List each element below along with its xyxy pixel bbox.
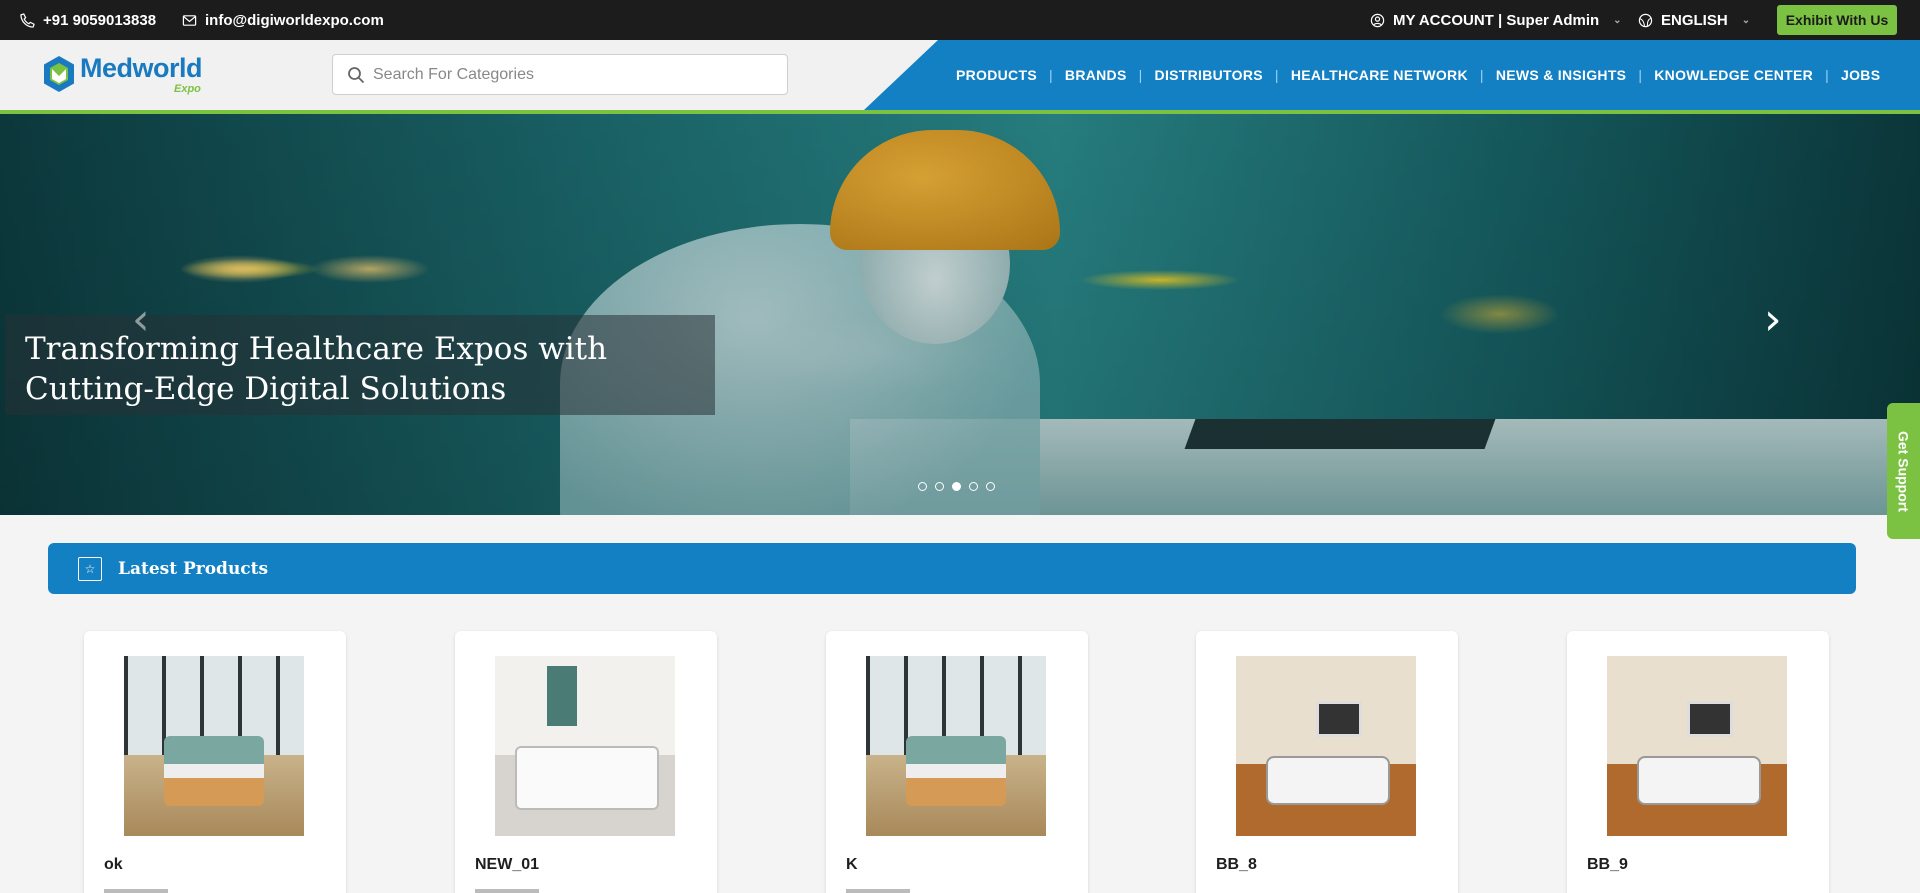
search-box[interactable] bbox=[332, 54, 788, 95]
account-label: MY ACCOUNT | Super Admin bbox=[1393, 11, 1600, 29]
product-card[interactable]: K bbox=[826, 631, 1088, 893]
carousel-dot[interactable] bbox=[918, 482, 927, 491]
nav-news-insights[interactable]: NEWS & INSIGHTS bbox=[1484, 67, 1639, 83]
product-image[interactable] bbox=[124, 656, 304, 836]
nav-knowledge-center[interactable]: KNOWLEDGE CENTER bbox=[1642, 67, 1825, 83]
product-image[interactable] bbox=[1236, 656, 1416, 836]
phone-icon bbox=[20, 12, 35, 28]
product-image[interactable] bbox=[1607, 656, 1787, 836]
search-icon bbox=[348, 66, 365, 83]
get-support-tab[interactable]: Get Support bbox=[1887, 403, 1920, 539]
section-title: Latest Products bbox=[118, 558, 269, 579]
phone-number: +91 9059013838 bbox=[43, 11, 157, 29]
get-support-label: Get Support bbox=[1895, 430, 1912, 512]
logo-subtitle: Expo bbox=[174, 83, 201, 95]
product-card[interactable]: BB_8 bbox=[1196, 631, 1458, 893]
site-logo[interactable]: Medworld Expo bbox=[42, 53, 203, 95]
chevron-down-icon: ⌄ bbox=[1613, 14, 1622, 26]
product-card[interactable]: ok bbox=[84, 631, 346, 893]
product-image[interactable] bbox=[866, 656, 1046, 836]
product-card[interactable]: BB_9 bbox=[1567, 631, 1829, 893]
carousel-dot[interactable] bbox=[935, 482, 944, 491]
search-input[interactable] bbox=[373, 65, 773, 84]
nav-healthcare-network[interactable]: HEALTHCARE NETWORK bbox=[1279, 67, 1480, 83]
product-box-icon: ☆ bbox=[78, 556, 102, 581]
product-thumb bbox=[104, 889, 168, 893]
hero-title: Transforming Healthcare Expos with Cuttin… bbox=[25, 331, 608, 407]
email-address: info@digiworldexpo.com bbox=[205, 11, 384, 29]
nav-products[interactable]: PRODUCTS bbox=[944, 67, 1049, 83]
top-bar: +91 9059013838 info@digiworldexpo.com MY… bbox=[0, 0, 1920, 40]
email-contact[interactable]: info@digiworldexpo.com bbox=[182, 0, 384, 40]
nav-distributors[interactable]: DISTRIBUTORS bbox=[1143, 67, 1275, 83]
product-thumb bbox=[846, 889, 910, 893]
nav-brands[interactable]: BRANDS bbox=[1053, 67, 1139, 83]
carousel-dot-active[interactable] bbox=[952, 482, 961, 491]
phone-contact[interactable]: +91 9059013838 bbox=[20, 0, 156, 40]
language-label: ENGLISH bbox=[1661, 11, 1728, 29]
logo-title: Medworld bbox=[80, 53, 203, 83]
product-name[interactable]: BB_8 bbox=[1216, 856, 1257, 874]
product-card[interactable]: NEW_01 bbox=[455, 631, 717, 893]
globe-icon bbox=[1638, 13, 1653, 27]
latest-products-header: ☆ Latest Products bbox=[48, 543, 1856, 594]
carousel-next-icon[interactable]: › bbox=[1764, 294, 1782, 345]
account-menu[interactable]: MY ACCOUNT | Super Admin ⌄ bbox=[1370, 0, 1622, 40]
nav-jobs[interactable]: JOBS bbox=[1829, 67, 1892, 83]
hero-caption: Transforming Healthcare Expos with Cuttin… bbox=[5, 315, 715, 415]
medworld-logo-icon bbox=[44, 56, 74, 92]
product-name[interactable]: ok bbox=[104, 856, 123, 874]
product-name[interactable]: BB_9 bbox=[1587, 856, 1628, 874]
language-menu[interactable]: ENGLISH ⌄ bbox=[1638, 0, 1750, 40]
hero-carousel: Transforming Healthcare Expos with Cuttin… bbox=[0, 114, 1920, 515]
carousel-dot[interactable] bbox=[969, 482, 978, 491]
product-name[interactable]: NEW_01 bbox=[475, 856, 539, 874]
exhibit-with-us-button[interactable]: Exhibit With Us bbox=[1777, 5, 1897, 35]
product-name[interactable]: K bbox=[846, 856, 858, 874]
chevron-down-icon: ⌄ bbox=[1741, 14, 1751, 26]
carousel-prev-icon[interactable]: ‹ bbox=[132, 294, 150, 345]
main-nav: PRODUCTS | BRANDS | DISTRIBUTORS | HEALT… bbox=[944, 40, 1892, 110]
product-thumb bbox=[475, 889, 539, 893]
carousel-dot[interactable] bbox=[986, 482, 995, 491]
user-circle-icon bbox=[1370, 13, 1385, 27]
carousel-indicators bbox=[918, 482, 995, 491]
product-image[interactable] bbox=[495, 656, 675, 836]
mail-icon bbox=[182, 14, 197, 26]
